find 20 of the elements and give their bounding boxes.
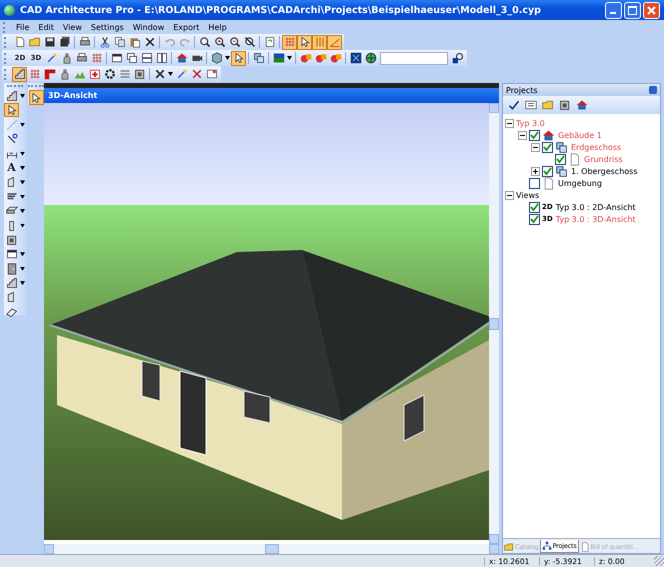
tree-item[interactable]: Typ 3.0 : 2D-Ansicht: [556, 202, 636, 212]
tree-item[interactable]: Views: [516, 190, 540, 200]
menu-item[interactable]: Window: [128, 22, 168, 32]
tree-item[interactable]: Typ 3.0 : 3D-Ansicht: [556, 214, 636, 224]
tree-item[interactable]: 1. Obergeschoss: [571, 166, 638, 176]
menu-item[interactable]: Settings: [86, 22, 128, 32]
tree-item[interactable]: Typ 3.0: [516, 118, 545, 128]
panel-title: Projects: [506, 86, 538, 94]
menu-item[interactable]: Help: [204, 22, 231, 32]
menu-item[interactable]: View: [58, 22, 86, 32]
toolbar-button[interactable]: A: [4, 160, 19, 175]
menu-item[interactable]: File: [12, 22, 34, 32]
view-title: 3D-Ansicht: [48, 91, 98, 100]
menu-item[interactable]: Export: [169, 22, 204, 32]
tree-item[interactable]: Umgebung: [558, 178, 602, 188]
menu-item[interactable]: Edit: [34, 22, 58, 32]
tree-item[interactable]: Erdgeschoss: [571, 142, 622, 152]
tree-item[interactable]: Gebäude 1: [558, 130, 602, 140]
tree-item[interactable]: Grundriss: [584, 154, 623, 164]
window-title: CAD Architecture Pro - E:\ROLAND\PROGRAMS\CADArchi\Projects\Beispielhaeuser\Modell_3_0.cyp: [20, 4, 542, 16]
